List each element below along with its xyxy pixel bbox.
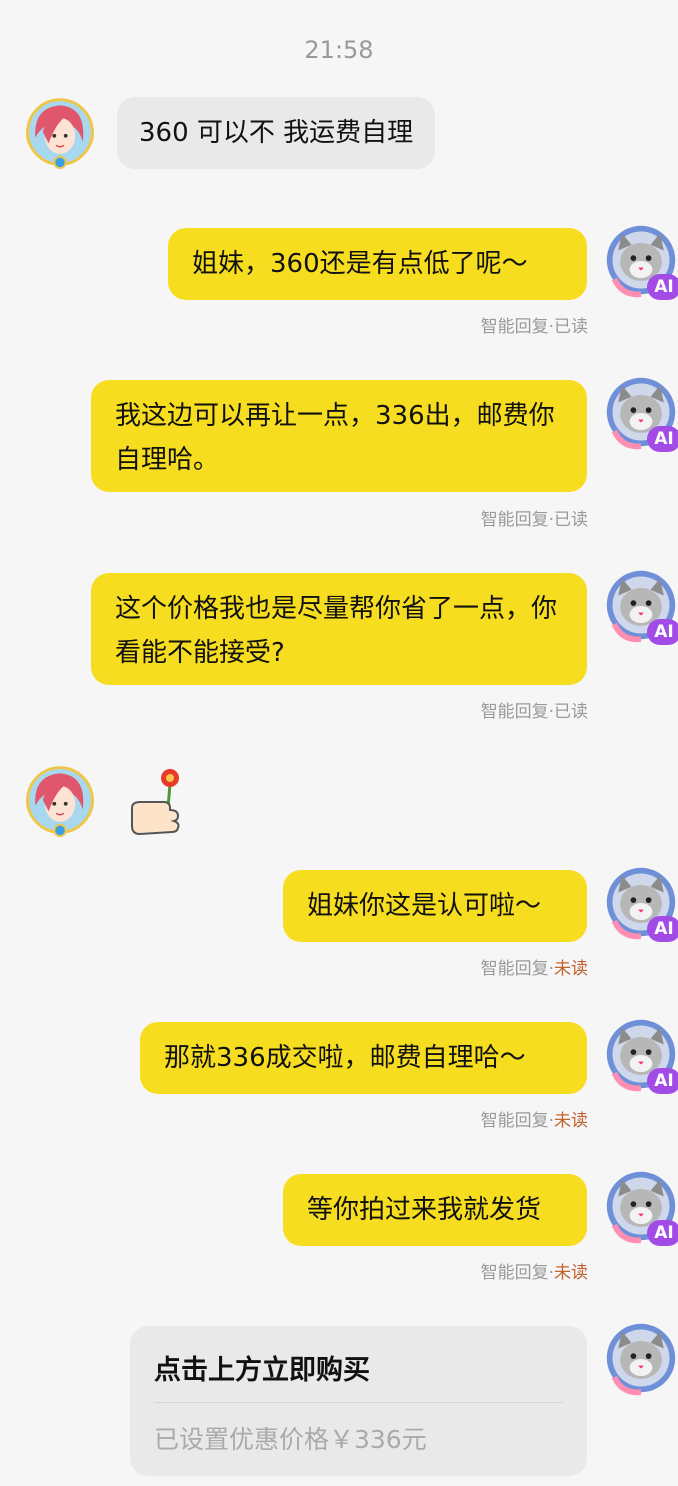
ai-badge: AI [647,1068,678,1094]
ai-badge: AI [647,619,678,645]
status-label: 智能回复 [480,959,549,979]
message-bubble-seller: 这个价格我也是尽量帮你省了一点，你看能不能接受? [91,573,587,685]
seller-avatar[interactable]: AI [603,864,678,942]
ai-badge: AI [647,274,678,300]
seller-avatar[interactable]: AI [603,1168,678,1246]
timestamp: 21:58 [304,36,374,64]
ai-badge: AI [647,916,678,942]
status-state: 未读 [554,959,588,979]
status-state: 已读 [554,702,588,722]
status-state: 已读 [554,317,588,337]
message-status: 智能回复·未读 [480,1263,588,1283]
seller-avatar[interactable]: AI [603,1016,678,1094]
status-label: 智能回复 [480,1111,549,1131]
status-label: 智能回复 [480,317,549,337]
buyer-avatar[interactable] [22,94,98,170]
seller-avatar[interactable] [603,1320,678,1396]
purchase-card[interactable]: 点击上方立即购买 已设置优惠价格￥336元 [130,1326,587,1476]
seller-avatar[interactable]: AI [603,374,678,452]
message-status: 智能回复·已读 [480,317,588,337]
buyer-avatar-icon [25,98,95,170]
message-bubble-seller: 姐妹你这是认可啦～ [283,870,587,942]
message-bubble-buyer: 360 可以不 我运费自理 [117,97,436,169]
status-label: 智能回复 [480,702,549,722]
card-title: 点击上方立即购买 [154,1355,370,1386]
ai-badge: AI [647,426,678,452]
card-divider [154,1402,563,1403]
cat-avatar-icon [606,1323,676,1396]
message-bubble-seller: 我这边可以再让一点，336出，邮费你自理哈。 [91,380,587,492]
seller-avatar[interactable]: AI [603,567,678,645]
message-status: 智能回复·已读 [480,510,588,530]
message-status: 智能回复·未读 [480,959,588,979]
buyer-avatar-icon [25,766,95,838]
message-status: 智能回复·已读 [480,702,588,722]
message-status: 智能回复·未读 [480,1111,588,1131]
thumb-flower-icon [126,766,190,838]
seller-avatar[interactable]: AI [603,222,678,300]
status-state: 未读 [554,1111,588,1131]
message-bubble-seller: 等你拍过来我就发货 [283,1174,587,1246]
message-bubble-seller: 那就336成交啦，邮费自理哈～ [140,1022,587,1094]
status-state: 未读 [554,1263,588,1283]
status-label: 智能回复 [480,1263,549,1283]
status-state: 已读 [554,510,588,530]
card-subtitle: 已设置优惠价格￥336元 [154,1425,427,1454]
buyer-avatar[interactable] [22,762,98,838]
message-bubble-seller: 姐妹，360还是有点低了呢～ [168,228,587,300]
status-label: 智能回复 [480,510,549,530]
ai-badge: AI [647,1220,678,1246]
